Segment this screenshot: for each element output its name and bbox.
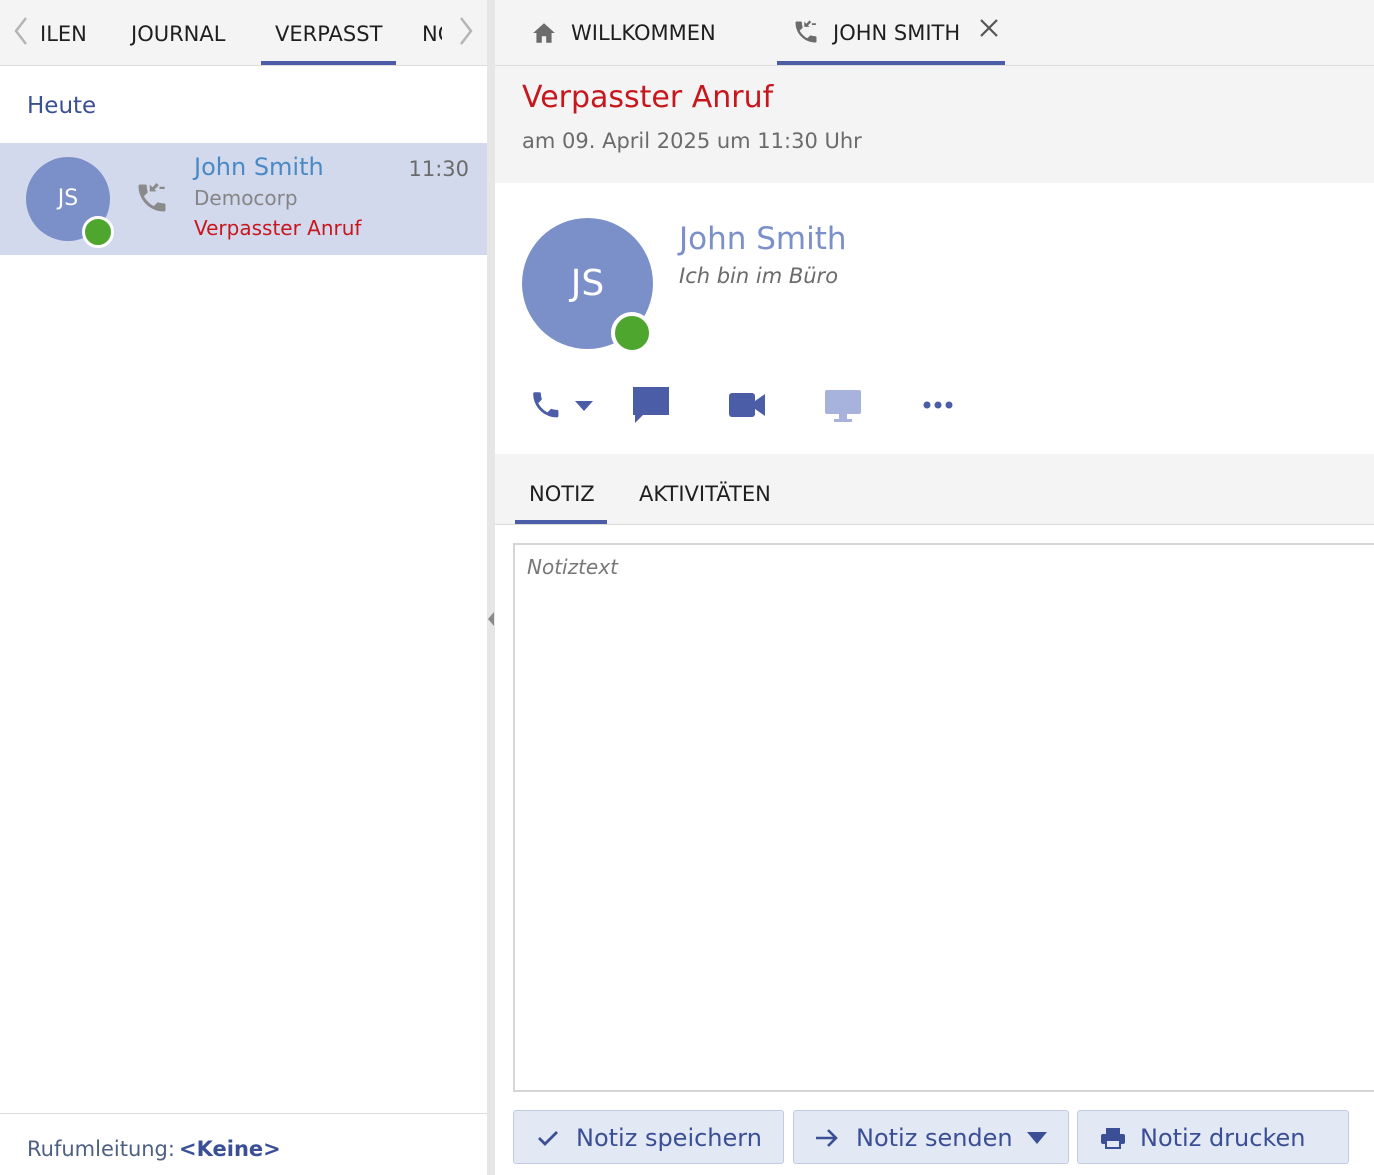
chat-icon[interactable] — [631, 383, 671, 427]
tab-aktivitaeten-label: AKTIVITÄTEN — [639, 482, 771, 506]
tab-willkommen[interactable]: WILLKOMMEN — [517, 0, 747, 65]
call-forwarding-label: Rufumleitung: — [27, 1137, 175, 1161]
right-pane: WILLKOMMEN JOHN SMITH Verpasster Anruf a… — [495, 0, 1374, 1175]
call-status: Verpasster Anruf — [194, 216, 362, 240]
contact-name[interactable]: John Smith — [679, 221, 847, 257]
tab-kontakte[interactable]: ILEN — [40, 0, 87, 65]
call-contact-company: Democorp — [194, 186, 298, 210]
print-note-button[interactable]: Notiz drucken — [1077, 1110, 1349, 1164]
tab-scroll-right-icon[interactable] — [455, 14, 477, 48]
print-note-label: Notiz drucken — [1140, 1124, 1306, 1152]
printer-icon — [1101, 1128, 1125, 1149]
call-forwarding-footer: Rufumleitung: <Keine> — [0, 1113, 487, 1175]
left-tab-strip: ILEN JOURNAL VERPASST NOTIZEN — [0, 0, 487, 66]
section-heading: Heute — [27, 93, 97, 119]
home-icon — [531, 20, 557, 50]
missed-call-icon — [134, 180, 170, 216]
detail-date: am 09. April 2025 um 11:30 Uhr — [522, 129, 862, 153]
tab-scroll-left-icon[interactable] — [10, 14, 32, 48]
call-button[interactable] — [527, 383, 601, 427]
screen-share-icon[interactable] — [823, 383, 863, 427]
arrow-right-icon — [816, 1129, 838, 1147]
tab-verpasst[interactable]: VERPASST — [260, 0, 397, 65]
send-note-label: Notiz senden — [856, 1124, 1013, 1152]
more-icon[interactable] — [921, 383, 955, 427]
call-list-item[interactable]: JS John Smith Democorp Verpasster Anruf … — [0, 143, 487, 255]
save-note-button[interactable]: Notiz speichern — [513, 1110, 784, 1164]
presence-available-icon — [611, 312, 653, 354]
save-note-label: Notiz speichern — [576, 1124, 762, 1152]
tab-john-smith[interactable]: JOHN SMITH — [777, 0, 1005, 65]
tab-notizen[interactable]: NOTIZEN — [422, 0, 442, 65]
presence-available-icon — [82, 216, 114, 248]
detail-header: Verpasster Anruf am 09. April 2025 um 11… — [495, 66, 1374, 183]
tab-aktivitaeten[interactable]: AKTIVITÄTEN — [625, 454, 775, 524]
close-tab-icon[interactable] — [977, 16, 1001, 44]
collapse-left-icon[interactable] — [487, 610, 495, 628]
tab-willkommen-label: WILLKOMMEN — [571, 21, 716, 45]
left-pane: ILEN JOURNAL VERPASST NOTIZEN Heute JS J… — [0, 0, 487, 1175]
note-textarea[interactable] — [513, 543, 1374, 1092]
right-tab-strip: WILLKOMMEN JOHN SMITH — [495, 0, 1374, 66]
tab-john-smith-label: JOHN SMITH — [833, 21, 961, 45]
call-time: 11:30 — [408, 157, 469, 181]
send-note-button[interactable]: Notiz senden — [793, 1110, 1069, 1164]
tab-journal[interactable]: JOURNAL — [131, 0, 225, 65]
tab-notiz[interactable]: NOTIZ — [515, 454, 607, 524]
call-contact-name: John Smith — [194, 153, 324, 181]
missed-call-icon — [792, 18, 820, 50]
call-forwarding-value[interactable]: <Keine> — [179, 1137, 281, 1161]
contact-card: JS John Smith Ich bin im Büro — [495, 183, 1374, 454]
checkmark-icon — [538, 1131, 558, 1146]
video-icon[interactable] — [727, 383, 767, 427]
detail-tab-strip: NOTIZ AKTIVITÄTEN — [495, 454, 1374, 525]
contact-status-message: Ich bin im Büro — [679, 264, 839, 288]
pane-splitter[interactable] — [487, 0, 495, 1175]
detail-title: Verpasster Anruf — [522, 80, 774, 115]
tab-notiz-label: NOTIZ — [529, 482, 595, 506]
chevron-down-icon[interactable] — [1026, 1131, 1048, 1145]
